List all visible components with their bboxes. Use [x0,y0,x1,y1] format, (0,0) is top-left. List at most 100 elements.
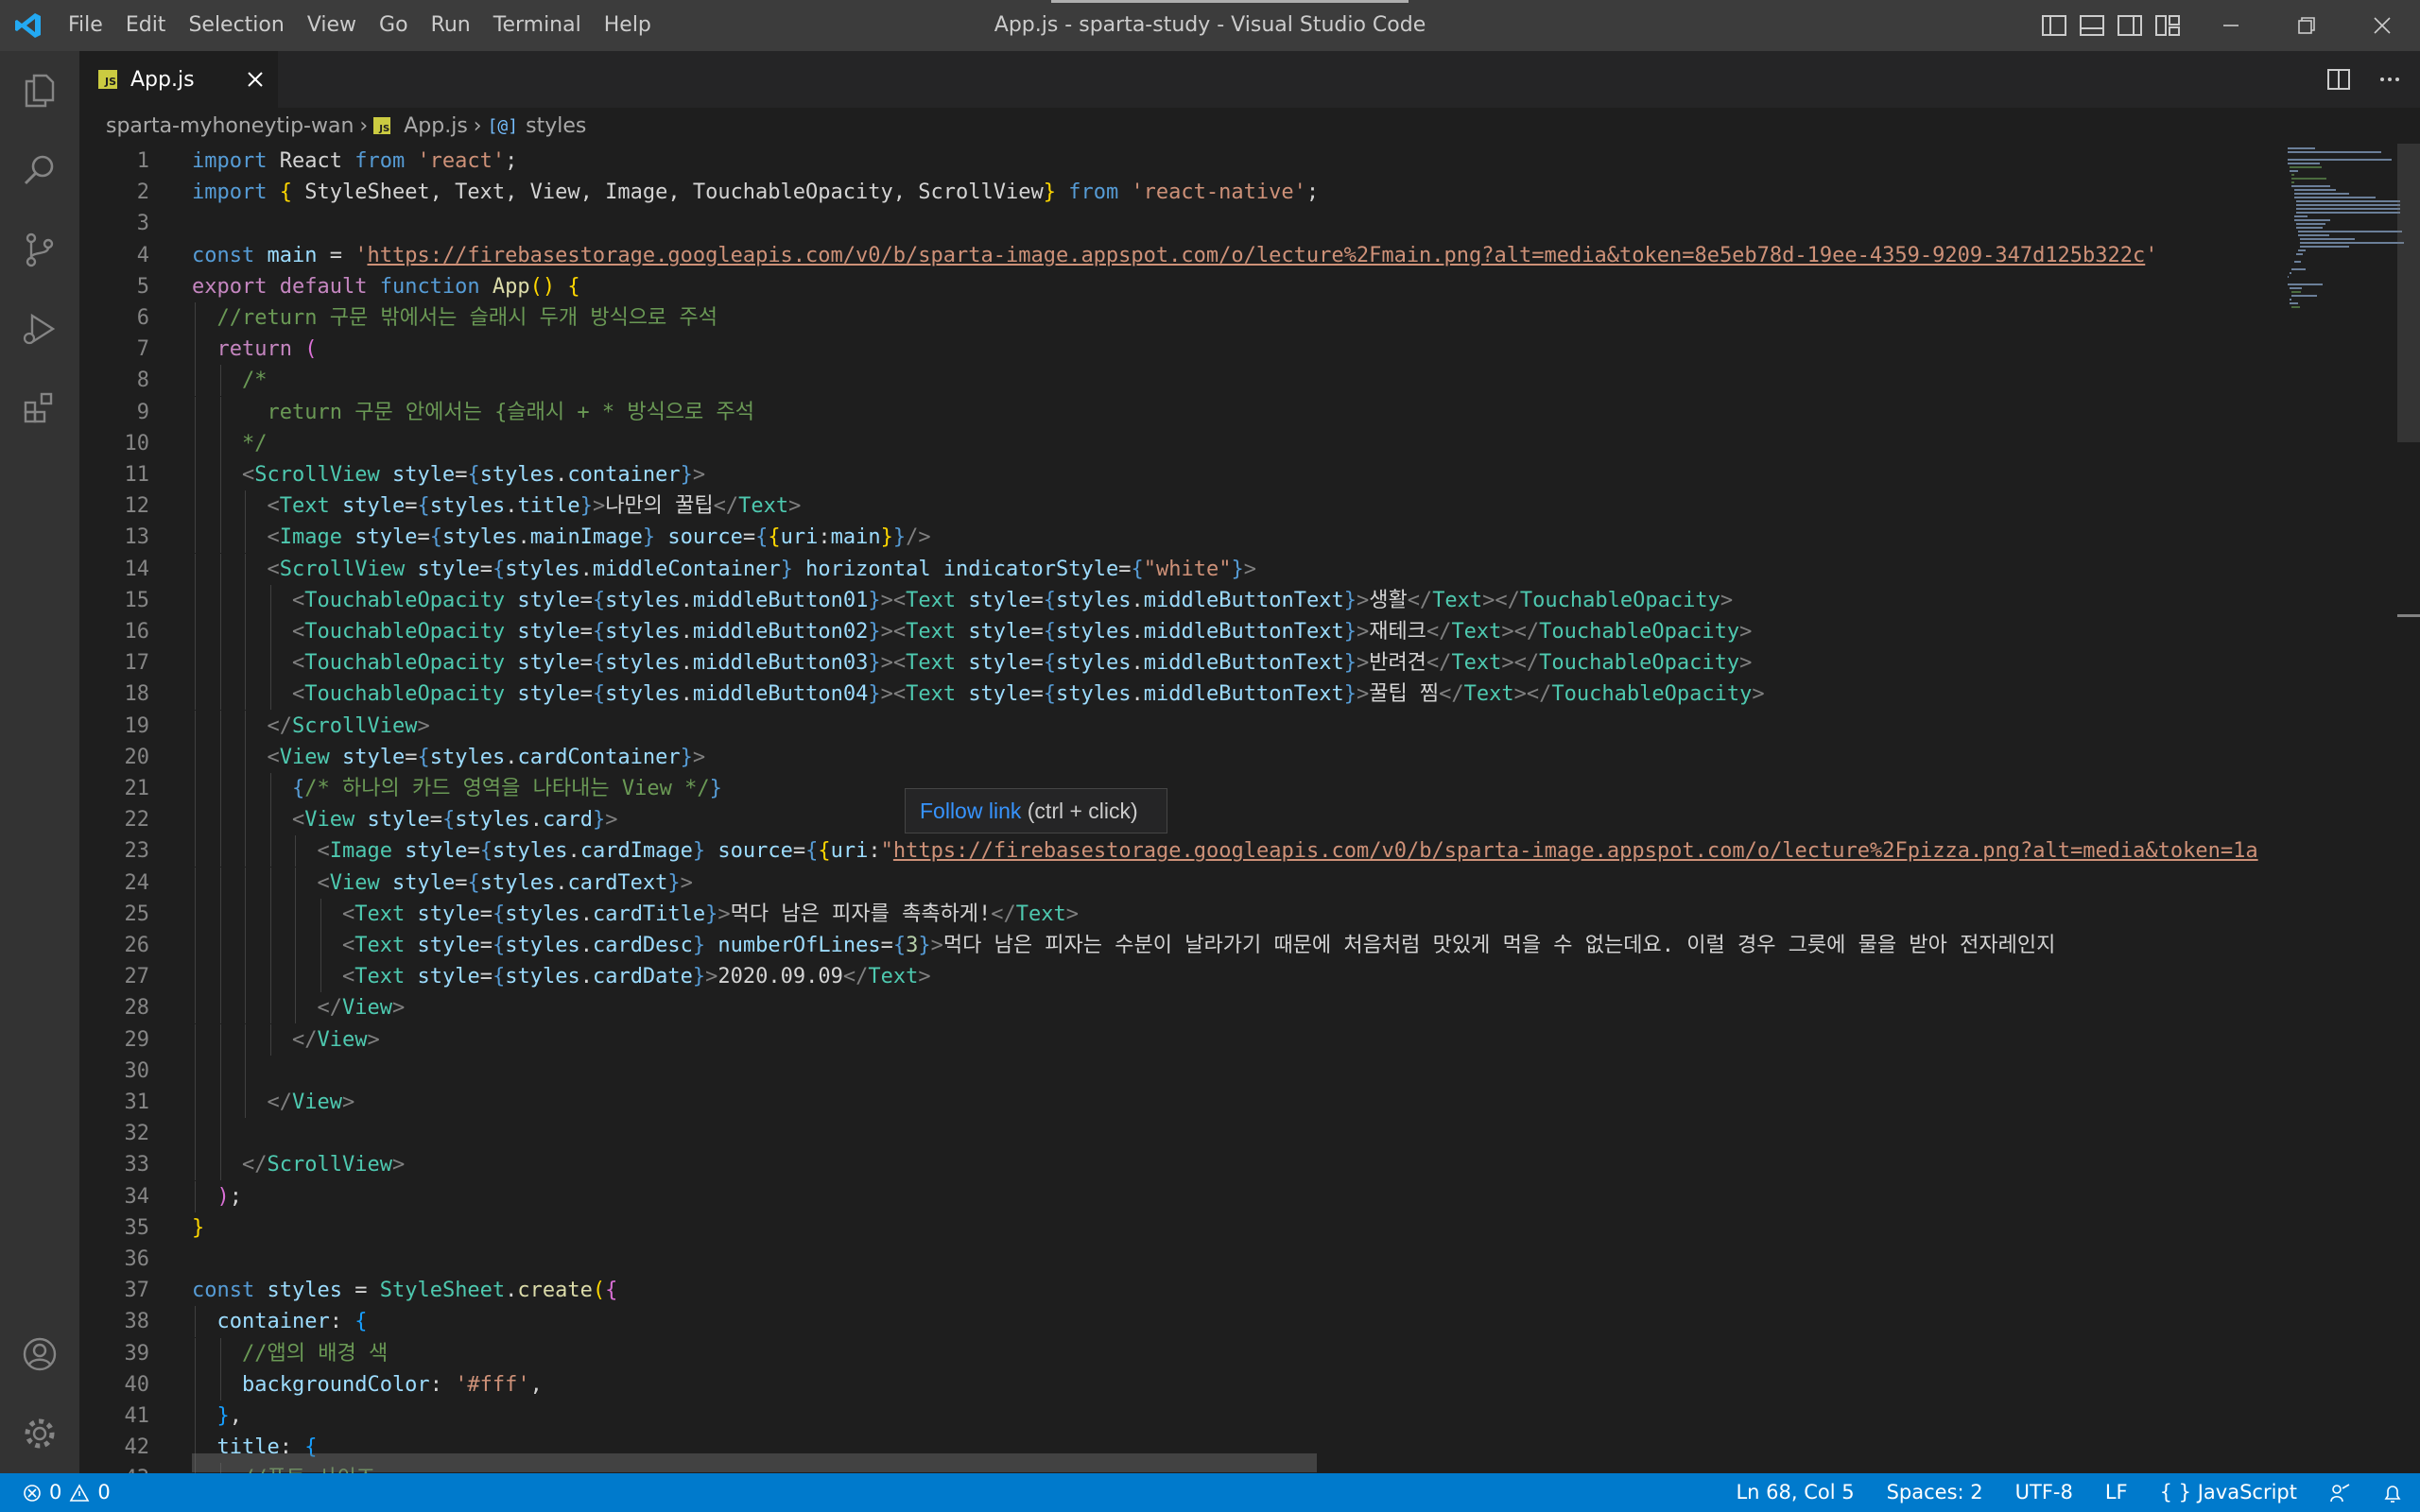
code-text: container: { [216,1310,368,1334]
code-line[interactable]: 25 <Text style={styles.cardTitle}>먹다 남은 피… [79,898,2282,930]
code-text: {/* 하나의 카드 영역을 나타내는 View */} [292,777,722,800]
code-line[interactable]: 2 import { StyleSheet, Text, View, Image,… [79,177,2282,208]
run-debug-icon [23,313,56,345]
code-text: */ [242,431,268,455]
code-line[interactable]: 38 container: { [79,1306,2282,1338]
indent-guide [245,679,246,711]
code-line[interactable]: 41}, [79,1400,2282,1432]
code-line[interactable]: 24 <View style={styles.cardText}> [79,867,2282,899]
minimap-line [2290,302,2298,304]
end-of-line[interactable]: LF [2105,1473,2128,1512]
minimap[interactable] [2282,144,2405,1473]
indent-guide [195,365,196,397]
code-line[interactable]: 28 </View> [79,992,2282,1024]
menu-go[interactable]: Go [368,0,420,51]
menu-run[interactable]: Run [420,0,482,51]
line-number: 33 [124,1153,150,1177]
menu-view[interactable]: View [296,0,368,51]
menu-file[interactable]: File [57,0,114,51]
menu-help[interactable]: Help [593,0,663,51]
code-line[interactable]: 8 /* [79,365,2282,397]
tab-app-js[interactable]: JS App.js [79,51,278,108]
toggle-primary-sidebar-icon[interactable] [2042,14,2066,37]
code-line[interactable]: 14 <ScrollView style={styles.middleContai… [79,553,2282,585]
code-line[interactable]: 1 import React from 'react'; [79,146,2282,177]
indent-guide [195,1055,196,1087]
code-line[interactable]: 31 </View> [79,1087,2282,1118]
minimap-line [2290,166,2323,168]
tab-close-button[interactable] [242,66,268,93]
code-line[interactable]: 22 <View style={styles.card}> [79,804,2282,836]
code-line[interactable]: 17 <TouchableOpacity style={styles.middle… [79,647,2282,679]
code-text: import { StyleSheet, Text, View, Image, … [192,180,1320,205]
code-line[interactable]: 39 //앱의 배경 색 [79,1337,2282,1369]
problems-indicator[interactable]: 0 0 [23,1473,111,1512]
minimize-button[interactable] [2193,0,2269,51]
code-line[interactable]: 33 </ScrollView> [79,1149,2282,1181]
language-mode[interactable]: { } JavaScript [2160,1473,2297,1512]
code-line[interactable]: 16 <TouchableOpacity style={styles.middle… [79,616,2282,647]
code-line[interactable]: 3 [79,208,2282,239]
code-line[interactable]: 34); [79,1180,2282,1212]
feedback-icon[interactable] [2329,1483,2350,1503]
code-line[interactable]: 5 export default function App() { [79,271,2282,302]
encoding[interactable]: UTF-8 [2015,1473,2073,1512]
menu-selection[interactable]: Selection [177,0,295,51]
code-line[interactable]: 29 </View> [79,1023,2282,1056]
code-line[interactable]: 35} [79,1212,2282,1244]
code-line[interactable]: 30 [79,1055,2282,1087]
menu-edit[interactable]: Edit [114,0,178,51]
bell-icon[interactable] [2382,1483,2403,1503]
code-line[interactable]: 6 //return 구문 밖에서는 슬래시 두개 방식으로 주석 [79,302,2282,334]
vertical-scrollbar[interactable] [2397,144,2420,1473]
close-window-button[interactable] [2344,0,2420,51]
breadcrumb-folder[interactable]: sparta-myhoneytip-wan [106,114,354,138]
code-line[interactable]: 9 return 구문 안에서는 {슬래시 + * 방식으로 주석 [79,396,2282,428]
indent-guide [219,867,221,899]
activity-run-debug[interactable] [0,289,79,369]
restore-button[interactable] [2269,0,2344,51]
code-line[interactable]: 19 </ScrollView> [79,710,2282,742]
code-line[interactable]: 10 */ [79,427,2282,459]
indent-guide [269,584,271,616]
activity-extensions[interactable] [0,369,79,448]
indent-guide [195,302,196,334]
code-line[interactable]: 11 <ScrollView style={styles.container}> [79,459,2282,490]
cursor-position[interactable]: Ln 68, Col 5 [1736,1473,1854,1512]
code-line[interactable]: 13 <Image style={styles.mainImage} source… [79,522,2282,554]
code-line[interactable]: 23 <Image style={styles.cardImage} source… [79,835,2282,868]
code-line[interactable]: 7 return ( [79,334,2282,366]
code-line[interactable]: 40 backgroundColor: '#fff', [79,1368,2282,1400]
split-editor-icon[interactable] [2327,68,2350,91]
customize-layout-icon[interactable] [2155,14,2180,37]
activity-explorer[interactable] [0,51,79,130]
activity-search[interactable] [0,130,79,210]
code-line[interactable]: 21 {/* 하나의 카드 영역을 나타내는 View */} [79,773,2282,804]
code-line[interactable]: 36 [79,1244,2282,1275]
code-editor[interactable]: 1 import React from 'react'; 2 import { Sty… [79,144,2282,1473]
menu-terminal[interactable]: Terminal [482,0,593,51]
toggle-panel-icon[interactable] [2080,14,2104,37]
scrollbar-thumb[interactable] [2397,144,2420,442]
code-line[interactable]: 4 const main = 'https://firebasestorage.g… [79,240,2282,271]
code-line[interactable]: 12 <Text style={styles.title}>나만의 꿀팁</Tex… [79,490,2282,523]
toggle-secondary-sidebar-icon[interactable] [2118,14,2142,37]
code-line[interactable]: 32 [79,1118,2282,1150]
indentation[interactable]: Spaces: 2 [1887,1473,1983,1512]
activity-manage[interactable] [0,1394,79,1473]
horizontal-scrollbar[interactable] [192,1453,1317,1472]
code-line[interactable]: 20 <View style={styles.cardContainer}> [79,741,2282,773]
code-text: <Text style={styles.cardDesc} numberOfLi… [342,934,2056,957]
breadcrumb-symbol[interactable]: styles [526,114,586,138]
code-line[interactable]: 26 <Text style={styles.cardDesc} numberOf… [79,930,2282,961]
code-line[interactable]: 18 <TouchableOpacity style={styles.middle… [79,679,2282,711]
more-actions-icon[interactable] [2378,68,2401,91]
indent-guide [219,1337,221,1369]
activity-accounts[interactable] [0,1314,79,1394]
breadcrumb-file[interactable]: App.js [404,114,468,138]
code-line[interactable]: 37 const styles = StyleSheet.create({ [79,1275,2282,1306]
activity-source-control[interactable] [0,210,79,289]
follow-link[interactable]: Follow link [920,799,1021,823]
code-line[interactable]: 15 <TouchableOpacity style={styles.middle… [79,584,2282,616]
code-line[interactable]: 27 <Text style={styles.cardDate}>2020.09.… [79,961,2282,993]
